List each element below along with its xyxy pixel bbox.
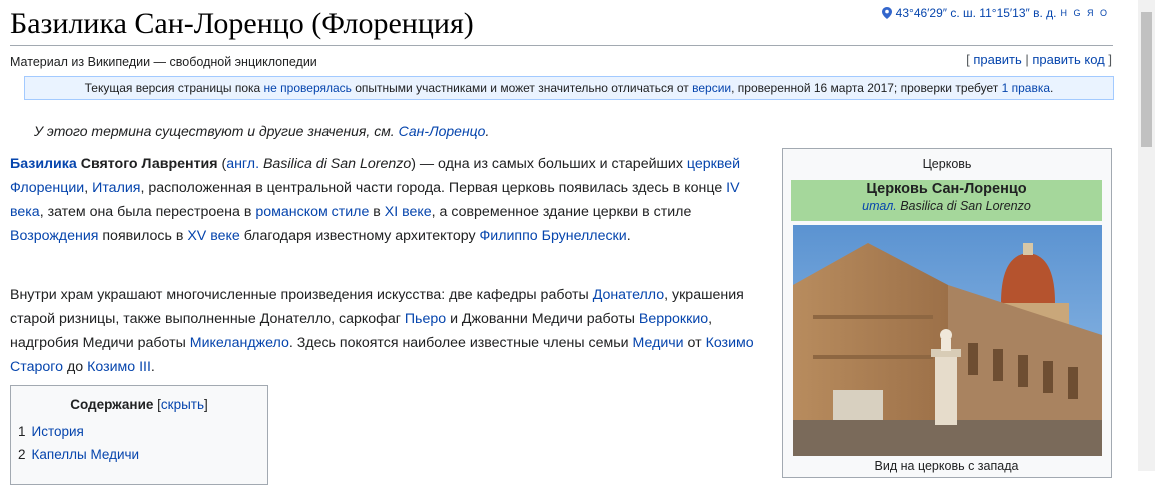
edit-source-link[interactable]: править код bbox=[1032, 52, 1104, 67]
coordinates-link[interactable]: 43°46′29″ с. ш. 11°15′13″ в. д. bbox=[896, 6, 1057, 20]
toc-hide-toggle[interactable]: скрыть bbox=[161, 397, 204, 412]
map-pin-icon[interactable] bbox=[881, 7, 892, 19]
text-run: от bbox=[683, 335, 706, 351]
coordinates: 43°46′29″ с. ш. 11°15′13″ в. д. H G Я O bbox=[881, 6, 1109, 20]
site-sub: Материал из Википедии — свободной энцикл… bbox=[10, 55, 317, 69]
inline-link[interactable]: Верроккио bbox=[639, 311, 708, 327]
inline-link[interactable]: романском стиле bbox=[255, 204, 369, 220]
edit-link[interactable]: править bbox=[973, 52, 1021, 67]
scrollbar-thumb[interactable] bbox=[1141, 12, 1152, 147]
inline-link[interactable]: Микеланджело bbox=[190, 335, 289, 351]
text-run: Basilica di San Lorenzo bbox=[259, 156, 412, 172]
title-divider bbox=[10, 45, 1113, 46]
version-link[interactable]: версии bbox=[692, 81, 731, 95]
text-run: ) — одна из самых больших и старейших bbox=[411, 156, 687, 172]
text-run: в bbox=[369, 204, 385, 220]
pending-edits-link[interactable]: 1 правка bbox=[1002, 81, 1050, 95]
text-run: . Здесь покоятся наиболее известные член… bbox=[288, 335, 633, 351]
italian-language-link[interactable]: итал. bbox=[862, 199, 897, 213]
text-run: и Джованни Медичи работы bbox=[446, 311, 639, 327]
intro-paragraph: Базилика Святого Лаврентия (англ. Basili… bbox=[10, 152, 770, 248]
inline-link[interactable]: Филиппо Брунеллески bbox=[480, 228, 627, 244]
coordinate-map-links[interactable]: H G Я O bbox=[1060, 8, 1109, 18]
text-run: , расположенная в центральной части горо… bbox=[140, 180, 727, 196]
infobox-header: Церковь Сан-Лоренцо итал. Basilica di Sa… bbox=[791, 180, 1102, 221]
toc-title: Содержание bbox=[70, 397, 154, 412]
inline-link[interactable]: Базилика bbox=[10, 156, 77, 172]
text-run: до bbox=[63, 359, 88, 375]
text-run: , а современное здание церкви в стиле bbox=[431, 204, 692, 220]
art-paragraph: Внутри храм украшают многочисленные прои… bbox=[10, 283, 770, 379]
page-title: Базилика Сан-Лоренцо (Флоренция) bbox=[10, 7, 474, 40]
text-run: . bbox=[626, 228, 631, 244]
inline-link[interactable]: XI веке bbox=[385, 204, 432, 220]
text-run: . bbox=[150, 359, 155, 375]
disambiguation-link[interactable]: Сан-Лоренцо bbox=[399, 123, 486, 139]
text-run: ( bbox=[217, 156, 227, 172]
text-run: Внутри храм украшают многочисленные прои… bbox=[10, 287, 593, 303]
table-of-contents: Содержание [скрыть] 1 История 2 Капеллы Ме… bbox=[10, 385, 268, 485]
scrollbar[interactable] bbox=[1138, 0, 1155, 471]
toc-item-medici-chapels[interactable]: 2 Капеллы Медичи bbox=[18, 447, 139, 462]
text-run: благодаря известному архитектору bbox=[239, 228, 480, 244]
church-photo[interactable] bbox=[793, 225, 1102, 456]
inline-link[interactable]: Италия bbox=[92, 180, 140, 196]
infobox-type: Церковь bbox=[922, 157, 972, 171]
text-run: , затем она была перестроена в bbox=[39, 204, 256, 220]
edit-links: [ править | править код ] bbox=[966, 52, 1112, 67]
text-run: Святого Лаврентия bbox=[76, 156, 218, 172]
text-run: появилось в bbox=[98, 228, 188, 244]
text-run: , bbox=[84, 180, 93, 196]
church-photo-illustration bbox=[793, 225, 1102, 456]
infobox-original-name: итал. Basilica di San Lorenzo bbox=[862, 199, 1031, 213]
inline-link[interactable]: Донателло bbox=[593, 287, 664, 303]
review-notice: Текущая версия страницы пока не проверял… bbox=[24, 76, 1114, 100]
infobox-title: Церковь Сан-Лоренцо bbox=[866, 181, 1027, 197]
infobox: Церковь Церковь Сан-Лоренцо итал. Basili… bbox=[782, 148, 1112, 478]
inline-link[interactable]: Возрождения bbox=[10, 228, 98, 244]
inline-link[interactable]: Пьеро bbox=[405, 311, 446, 327]
hatnote: У этого термина существуют и другие знач… bbox=[34, 123, 490, 139]
toc-item-history[interactable]: 1 История bbox=[18, 424, 84, 439]
not-reviewed-link[interactable]: не проверялась bbox=[264, 81, 352, 95]
inline-link[interactable]: Козимо III bbox=[87, 359, 151, 375]
inline-link[interactable]: XV веке bbox=[187, 228, 239, 244]
inline-link[interactable]: англ. bbox=[226, 156, 259, 172]
toc-header: Содержание [скрыть] bbox=[70, 397, 208, 412]
inline-link[interactable]: Медичи bbox=[633, 335, 684, 351]
